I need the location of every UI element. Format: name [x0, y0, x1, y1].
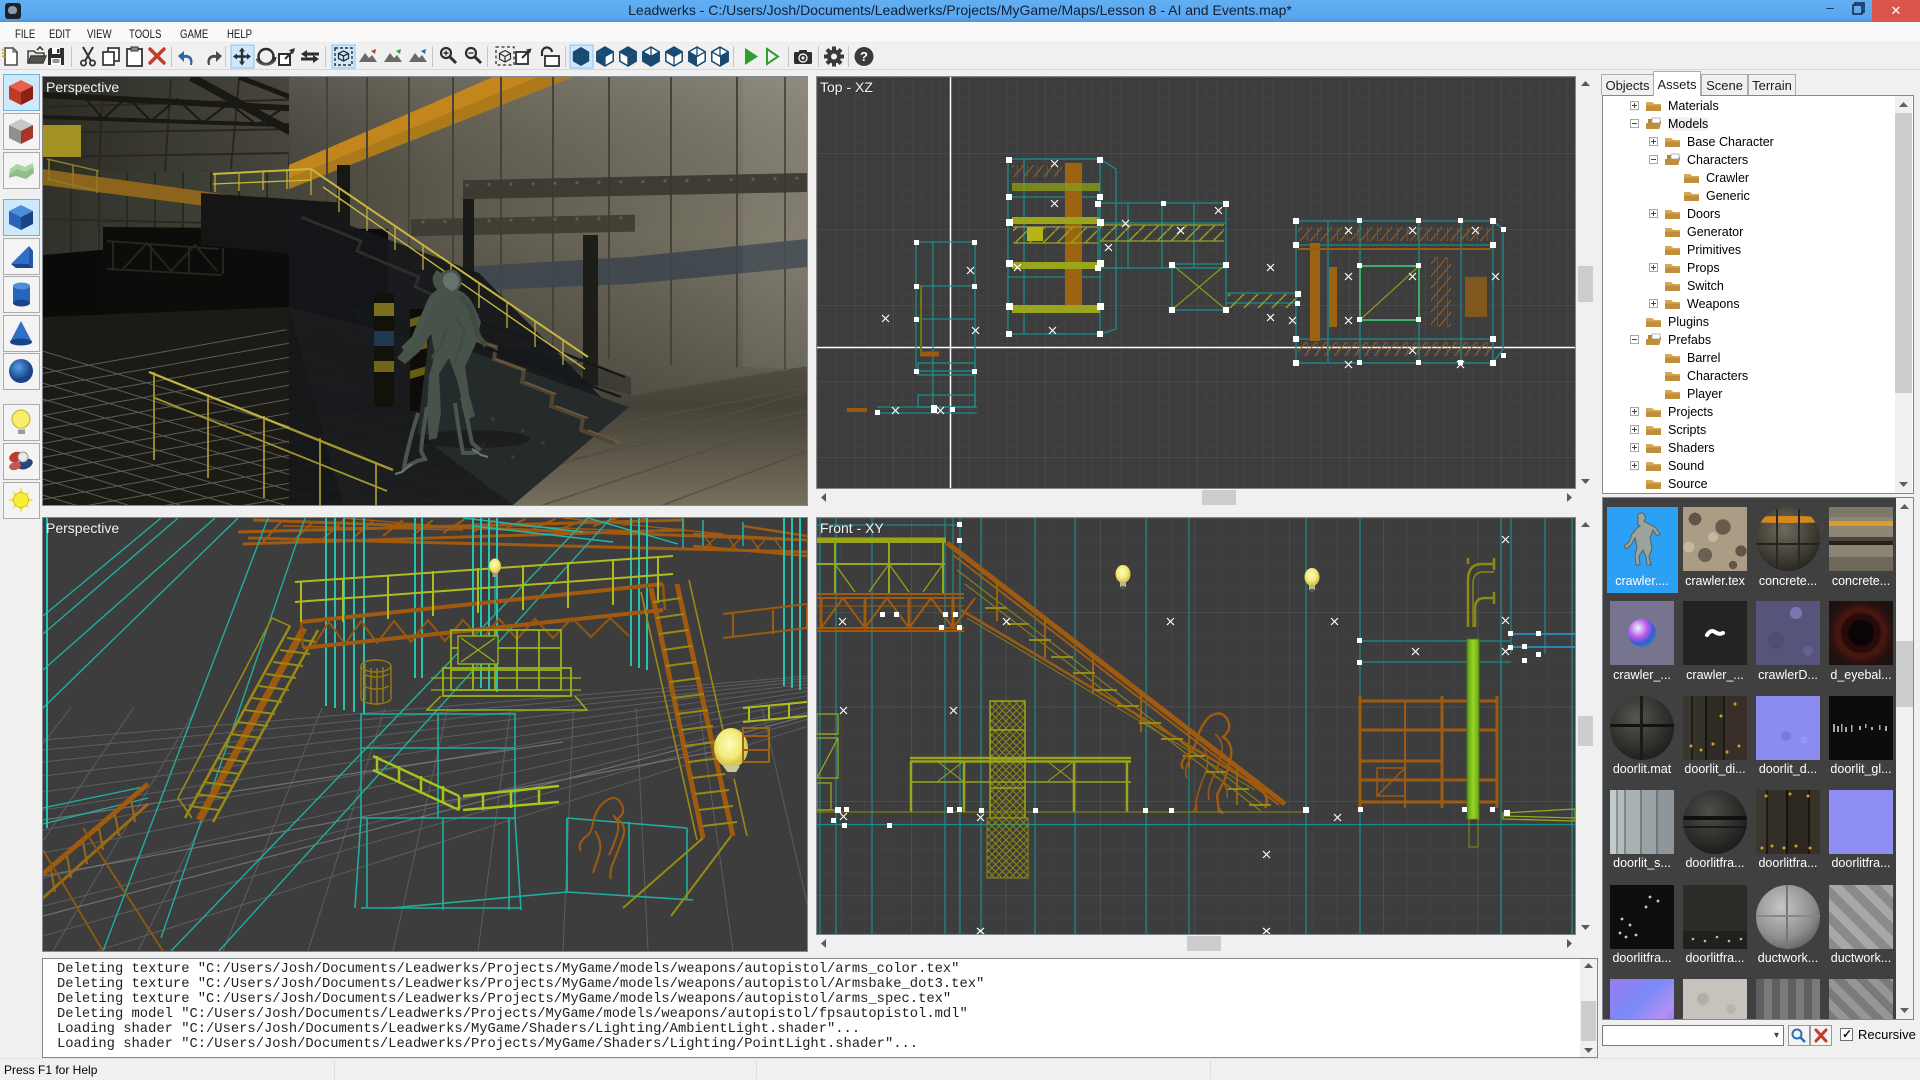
svg-text:?: ?	[860, 49, 868, 64]
